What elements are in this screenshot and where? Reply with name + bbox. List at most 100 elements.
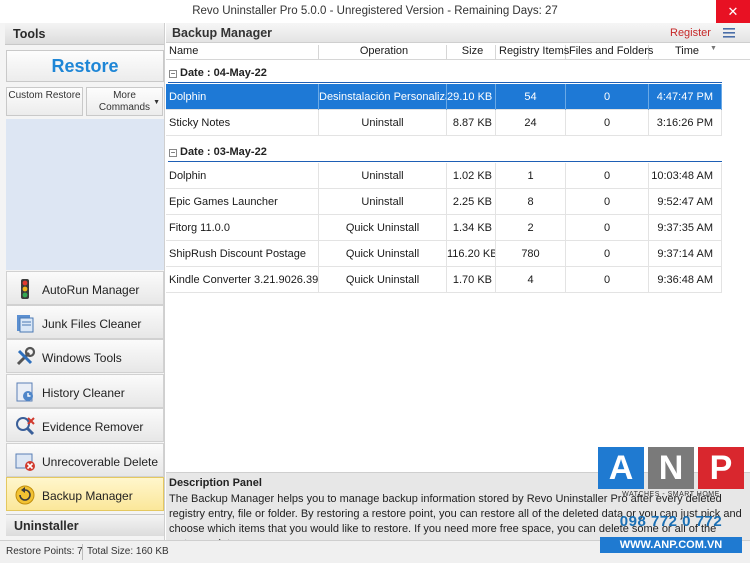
tool-label: History Cleaner	[42, 386, 125, 400]
sidebar-body	[6, 119, 164, 270]
cell-operation: Uninstall	[319, 110, 447, 136]
close-button[interactable]: ✕	[716, 0, 750, 23]
status-divider	[82, 544, 83, 560]
column-header-registry-items[interactable]: Registry Items	[496, 45, 569, 60]
tool-windows-tools[interactable]: Windows Tools	[6, 339, 164, 373]
tool-unrecoverable-delete[interactable]: Unrecoverable Delete	[6, 443, 164, 477]
cell-operation: Uninstall	[319, 189, 447, 215]
watermark-letter-n: N	[648, 447, 694, 489]
cell-time: 9:37:35 AM	[649, 215, 722, 241]
table-row[interactable]: Dolphin Uninstall 1.02 KB 1 0 10:03:48 A…	[166, 163, 722, 189]
cell-operation: Desinstalación Personalizada	[319, 84, 447, 110]
date-group-header[interactable]: − Date : 04-May-22	[168, 67, 722, 83]
autorun-traffic-light-icon	[21, 279, 29, 299]
tool-label: Backup Manager	[42, 489, 133, 503]
cell-name: Dolphin	[166, 163, 319, 189]
tool-label: Evidence Remover	[42, 420, 144, 434]
tool-junk-files-cleaner[interactable]: Junk Files Cleaner	[6, 305, 164, 339]
cell-registry-items: 2	[496, 215, 566, 241]
evidence-remover-icon	[16, 417, 35, 436]
cell-registry-items: 780	[496, 241, 566, 267]
watermark-phone: 098 772 0 772	[619, 513, 723, 530]
junk-files-icon	[17, 315, 34, 333]
tool-backup-manager[interactable]: Backup Manager	[6, 477, 164, 511]
table-row[interactable]: Epic Games Launcher Uninstall 2.25 KB 8 …	[166, 189, 722, 215]
tool-history-cleaner[interactable]: History Cleaner	[6, 374, 164, 408]
cell-files-folders: 0	[566, 84, 649, 110]
tool-label: Windows Tools	[42, 351, 122, 365]
cell-operation: Quick Uninstall	[319, 267, 447, 293]
restore-points-count: Restore Points: 7	[6, 546, 83, 557]
restore-button[interactable]: Restore	[6, 50, 164, 82]
cell-operation: Quick Uninstall	[319, 241, 447, 267]
collapse-toggle-icon[interactable]: −	[169, 70, 177, 78]
column-header-operation[interactable]: Operation	[319, 45, 447, 60]
windows-tools-icon	[16, 346, 36, 366]
cell-size: 1.02 KB	[447, 163, 496, 189]
column-header-time-label: Time	[674, 45, 700, 57]
sort-arrow-icon: ▼	[710, 45, 717, 52]
watermark-letter-a: A	[598, 447, 644, 489]
cell-files-folders: 0	[566, 110, 649, 136]
cell-time: 4:47:47 PM	[649, 84, 722, 110]
register-link[interactable]: Register	[670, 27, 711, 39]
uninstaller-header[interactable]: Uninstaller	[6, 514, 164, 536]
window-title: Revo Uninstaller Pro 5.0.0 - Unregistere…	[192, 5, 558, 17]
cell-files-folders: 0	[566, 189, 649, 215]
table-row[interactable]: Fitorg 11.0.0 Quick Uninstall 1.34 KB 2 …	[166, 215, 722, 241]
cell-name: ShipRush Discount Postage	[166, 241, 319, 267]
column-header-files-and-folders[interactable]: Files and Folders	[566, 45, 653, 60]
watermark-subtitle: WATCHES - SMART HOME	[622, 491, 720, 498]
collapse-toggle-icon[interactable]: −	[169, 149, 177, 157]
cell-files-folders: 0	[566, 215, 649, 241]
cell-name: Kindle Converter 3.21.9026.391	[166, 267, 319, 293]
cell-registry-items: 1	[496, 163, 566, 189]
page-title: Backup Manager	[172, 26, 273, 40]
cell-files-folders: 0	[566, 241, 649, 267]
cell-size: 8.87 KB	[447, 110, 496, 136]
cell-time: 9:37:14 AM	[649, 241, 722, 267]
column-header-name[interactable]: Name	[166, 45, 319, 60]
cell-size: 1.70 KB	[447, 267, 496, 293]
hamburger-menu-icon[interactable]	[722, 26, 736, 40]
cell-time: 10:03:48 AM	[649, 163, 722, 189]
unrecoverable-delete-icon	[15, 453, 35, 471]
cell-operation: Quick Uninstall	[319, 215, 447, 241]
cell-size: 116.20 KB	[447, 241, 496, 267]
column-header-time[interactable]: Time ▼	[649, 45, 722, 60]
cell-registry-items: 8	[496, 189, 566, 215]
table-row[interactable]: Sticky Notes Uninstall 8.87 KB 24 0 3:16…	[166, 110, 722, 136]
custom-restore-button[interactable]: Custom Restore	[6, 87, 83, 116]
tool-autorun-manager[interactable]: AutoRun Manager	[6, 271, 164, 305]
cell-registry-items: 54	[496, 84, 566, 110]
title-bar: Revo Uninstaller Pro 5.0.0 - Unregistere…	[0, 0, 750, 23]
tool-label: Junk Files Cleaner	[42, 317, 142, 331]
more-commands-button[interactable]: More Commands ▼	[86, 87, 163, 116]
date-group-label: Date : 03-May-22	[180, 146, 267, 158]
cell-files-folders: 0	[566, 267, 649, 293]
description-panel-title: Description Panel	[169, 477, 262, 489]
backup-manager-icon	[15, 485, 35, 505]
cell-size: 2.25 KB	[447, 189, 496, 215]
tools-header[interactable]: Tools	[5, 23, 164, 45]
watermark-letter-p: P	[698, 447, 744, 489]
column-header-size[interactable]: Size	[447, 45, 496, 60]
total-size: Total Size: 160 KB	[87, 546, 169, 557]
cell-name: Fitorg 11.0.0	[166, 215, 319, 241]
watermark-url: WWW.ANP.COM.VN	[600, 537, 742, 553]
cell-time: 3:16:26 PM	[649, 110, 722, 136]
cell-registry-items: 4	[496, 267, 566, 293]
tool-label: AutoRun Manager	[42, 283, 140, 297]
cell-time: 9:36:48 AM	[649, 267, 722, 293]
table-row[interactable]: ShipRush Discount Postage Quick Uninstal…	[166, 241, 722, 267]
table-row[interactable]: Kindle Converter 3.21.9026.391 Quick Uni…	[166, 267, 722, 293]
date-group-header[interactable]: − Date : 03-May-22	[168, 146, 722, 162]
table-header: Name Operation Size Registry Items Files…	[166, 43, 750, 60]
main-header: Backup Manager Register	[166, 23, 750, 43]
table-row[interactable]: Dolphin Desinstalación Personalizada 29.…	[166, 84, 722, 110]
cell-name: Dolphin	[166, 84, 319, 110]
tool-evidence-remover[interactable]: Evidence Remover	[6, 408, 164, 442]
cell-name: Sticky Notes	[166, 110, 319, 136]
watermark-logo: A N P WATCHES - SMART HOME 098 772 0 772…	[598, 447, 744, 557]
date-group-label: Date : 04-May-22	[180, 67, 267, 79]
